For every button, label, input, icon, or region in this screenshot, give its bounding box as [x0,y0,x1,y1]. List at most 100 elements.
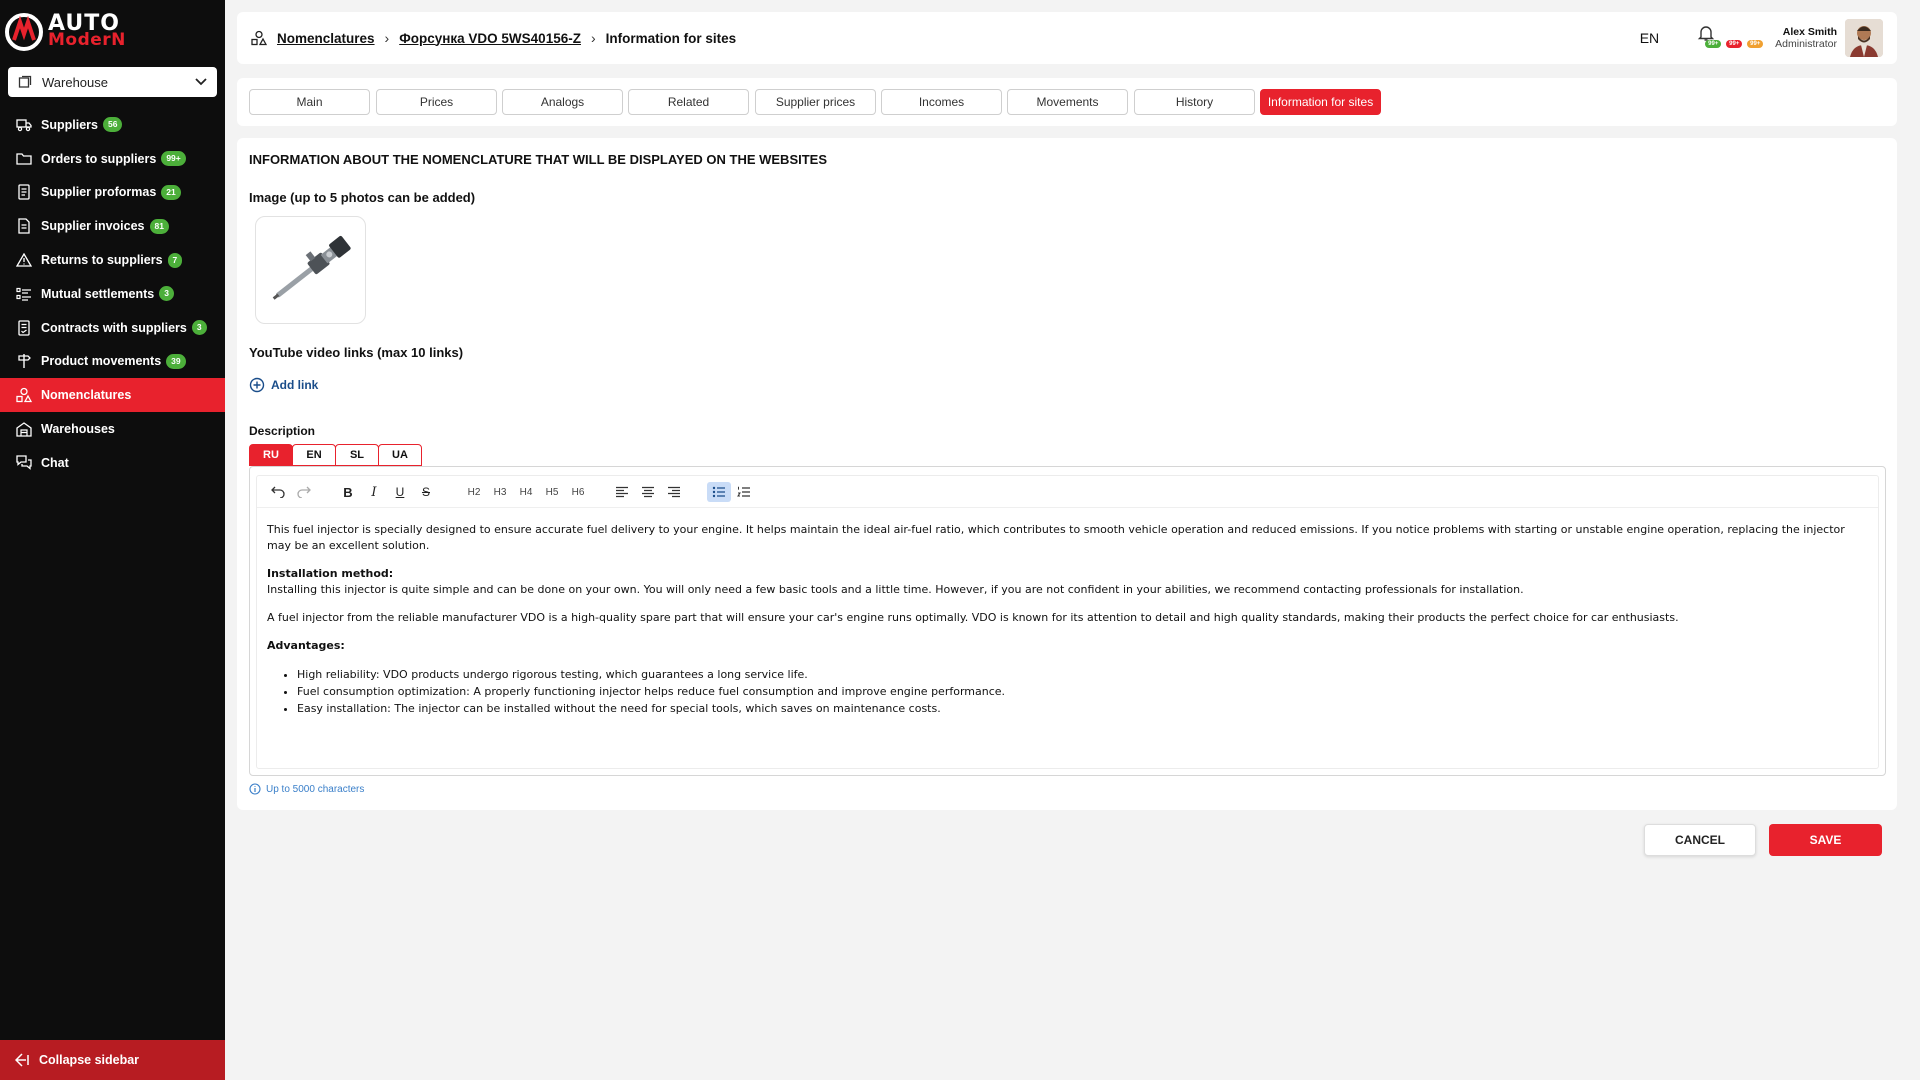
tab-supplier-prices[interactable]: Supplier prices [755,89,876,115]
breadcrumb: Nomenclatures › Форсунка VDO 5WS40156-Z … [251,30,736,46]
sidebar-item-label: Product movements [41,354,162,369]
sidebar-item-product-movements[interactable]: Product movements 39 [0,345,225,379]
list-item: High reliability: VDO products undergo r… [297,666,1864,683]
add-link-button[interactable]: Add link [249,377,318,393]
count-badge: 39 [166,353,186,369]
nomenclatures-icon [251,30,267,46]
tab-information-for-sites[interactable]: Information for sites [1260,89,1381,115]
sidebar-item-chat[interactable]: Chat [0,446,225,480]
heading-h2-button[interactable]: H2 [465,482,483,502]
heading-h6-button[interactable]: H6 [569,482,587,502]
warehouse-select-value: Warehouse [42,74,108,90]
tab-related[interactable]: Related [628,89,749,115]
list-item: Fuel consumption optimization: A properl… [297,683,1864,700]
sidebar-item-returns-to-suppliers[interactable]: Returns to suppliers 7 [0,243,225,277]
notification-badge: 99+ [1726,40,1743,48]
main-panel: INFORMATION ABOUT THE NOMENCLATURE THAT … [237,138,1897,810]
heading-h4-button[interactable]: H4 [517,482,535,502]
italic-icon[interactable]: I [365,482,383,502]
description-paragraph: A fuel injector from the reliable manufa… [267,611,1679,624]
collapse-sidebar-button[interactable]: Collapse sidebar [0,1040,225,1080]
lang-tab-en[interactable]: EN [292,444,336,466]
strikethrough-icon[interactable]: S [417,482,435,502]
youtube-links-label: YouTube video links (max 10 links) [249,345,464,360]
align-left-icon[interactable] [613,482,631,502]
user-name: Alex Smith [1782,26,1837,38]
warning-triangle-icon [15,251,33,269]
chat-icon [15,454,33,472]
plus-circle-icon [249,377,265,393]
add-link-label: Add link [271,378,319,392]
advantages-heading: Advantages: [267,639,345,652]
language-switch[interactable]: EN [1640,30,1659,46]
lang-tab-ua[interactable]: UA [378,444,422,466]
breadcrumb-product[interactable]: Форсунка VDO 5WS40156-Z [399,31,581,46]
sidebar-item-orders-to-suppliers[interactable]: Orders to suppliers 99+ [0,142,225,176]
tabs-bar: Main Prices Analogs Related Supplier pri… [237,78,1897,126]
tab-incomes[interactable]: Incomes [881,89,1002,115]
document-icon [15,183,33,201]
sidebar-item-supplier-invoices[interactable]: Supplier invoices 81 [0,209,225,243]
heading-h3-button[interactable]: H3 [491,482,509,502]
lang-tab-sl[interactable]: SL [335,444,379,466]
tab-analogs[interactable]: Analogs [502,89,623,115]
count-badge: 81 [149,218,169,234]
logo-text-modern: ModerN [48,30,126,50]
sidebar-item-supplier-proformas[interactable]: Supplier proformas 21 [0,176,225,210]
section-title: INFORMATION ABOUT THE NOMENCLATURE THAT … [249,152,828,167]
save-button[interactable]: SAVE [1769,824,1882,856]
lang-tab-ru[interactable]: RU [249,444,293,466]
chevron-down-icon [195,78,207,86]
sidebar-item-mutual-settlements[interactable]: Mutual settlements 3 [0,277,225,311]
description-editor: B I U S H2 H3 H4 H5 H6 This fuel injecto… [249,466,1886,776]
heading-h5-button[interactable]: H5 [543,482,561,502]
align-right-icon[interactable] [665,482,683,502]
image-label: Image (up to 5 photos can be added) [249,190,476,205]
header: Nomenclatures › Форсунка VDO 5WS40156-Z … [237,12,1897,64]
description-paragraph: This fuel injector is specially designed… [267,523,1845,552]
sidebar-item-contracts-with-suppliers[interactable]: Contracts with suppliers 3 [0,311,225,345]
undo-icon[interactable] [269,482,287,502]
tab-movements[interactable]: Movements [1007,89,1128,115]
bold-icon[interactable]: B [339,482,357,502]
invoice-icon [15,217,33,235]
folder-icon [15,150,33,168]
notifications-button[interactable]: 99+ 99+ 99+ [1697,18,1767,58]
align-center-icon[interactable] [639,482,657,502]
warehouse-select[interactable]: Warehouse [8,67,217,97]
list-item: Easy installation: The injector can be i… [297,700,1864,717]
tab-prices[interactable]: Prices [376,89,497,115]
tab-history[interactable]: History [1134,89,1255,115]
cancel-button[interactable]: CANCEL [1644,824,1756,856]
shapes-icon [15,386,33,404]
product-image[interactable] [255,216,366,324]
info-icon [249,783,261,795]
numbered-list-icon[interactable] [735,482,753,502]
tab-main[interactable]: Main [249,89,370,115]
form-footer: CANCEL SAVE [237,810,1897,870]
user-role: Administrator [1775,38,1837,50]
truck-icon [15,116,33,134]
warehouse-icon [15,420,33,438]
sidebar-item-warehouses[interactable]: Warehouses [0,412,225,446]
logo[interactable]: AUTO ModerN [4,10,126,54]
collapse-icon [15,1053,31,1067]
redo-icon[interactable] [295,482,313,502]
bullet-list-icon[interactable] [707,482,731,502]
avatar[interactable] [1845,19,1883,57]
contract-icon [15,319,33,337]
editor-content[interactable]: This fuel injector is specially designed… [267,522,1864,717]
breadcrumb-nomenclatures[interactable]: Nomenclatures [277,31,375,46]
fuel-injector-image [272,236,351,300]
advantages-list: High reliability: VDO products undergo r… [297,666,1864,717]
sidebar-item-label: Orders to suppliers [41,151,157,166]
sidebar-item-nomenclatures[interactable]: Nomenclatures [0,378,225,413]
installation-text: Installing this injector is quite simple… [267,583,1524,596]
user-info[interactable]: Alex Smith Administrator [1775,26,1837,50]
sidebar-item-label: Supplier proformas [41,185,157,200]
underline-icon[interactable]: U [391,482,409,502]
sidebar-item-suppliers[interactable]: Suppliers 56 [0,108,225,142]
count-badge: 99+ [161,151,186,167]
breadcrumb-current: Information for sites [605,30,737,46]
sidebar-item-label: Returns to suppliers [41,253,163,268]
